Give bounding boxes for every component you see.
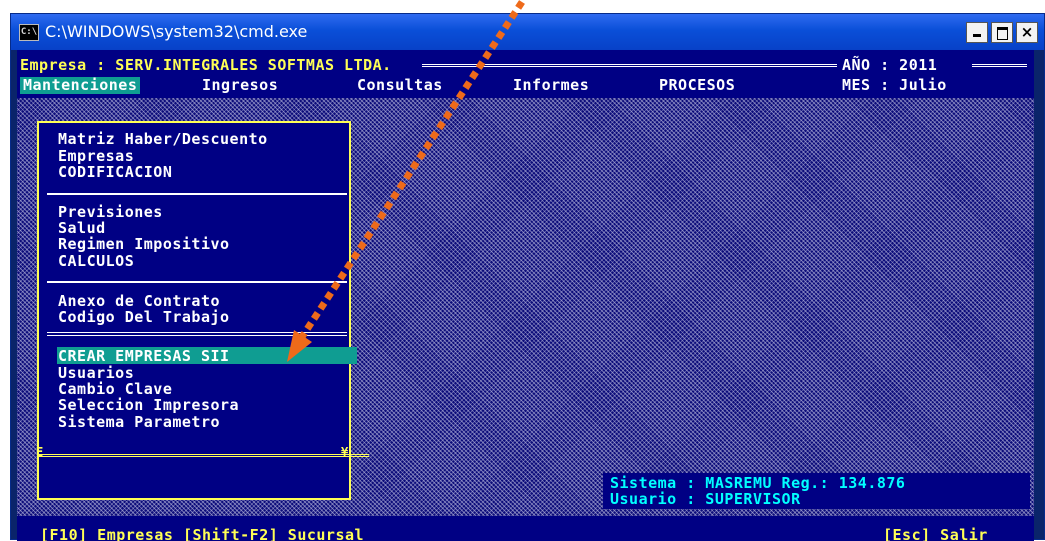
mantenciones-dropdown: Matriz Haber/Descuento Empresas CODIFICA…	[36, 121, 369, 500]
menu-item-usuarios[interactable]: Usuarios	[58, 365, 134, 381]
menu-consultas[interactable]: Consultas	[357, 77, 443, 94]
title-bar[interactable]: C:\ C:\WINDOWS\system32\cmd.exe ×	[11, 14, 1044, 50]
header-rule-right	[972, 64, 1027, 67]
menu-item-sistema-parametro[interactable]: Sistema Parametro	[58, 414, 220, 430]
menu-corner-left: E	[36, 445, 44, 459]
year-label: AÑO : 2011	[842, 56, 938, 74]
exit-hint[interactable]: [Esc] Salir	[883, 527, 988, 541]
menu-item-cambio-clave[interactable]: Cambio Clave	[58, 381, 172, 397]
menu-item-seleccion-impresora[interactable]: Seleccion Impresora	[58, 397, 239, 413]
company-label: Empresa : SERV.INTEGRALES SOFTMAS LTDA.	[20, 56, 392, 74]
menu-procesos[interactable]: PROCESOS	[659, 77, 735, 94]
function-keys-hint[interactable]: [F10] Empresas [Shift-F2] Sucursal	[40, 527, 364, 541]
menu-bottom-border	[39, 454, 369, 457]
menu-item-salud[interactable]: Salud	[58, 220, 106, 236]
menu-item-empresas[interactable]: Empresas	[58, 148, 134, 164]
menu-separator	[47, 332, 347, 336]
menu-item-anexo[interactable]: Anexo de Contrato	[58, 293, 220, 309]
menu-ingresos[interactable]: Ingresos	[202, 77, 278, 94]
window-title: C:\WINDOWS\system32\cmd.exe	[45, 22, 308, 41]
header-rule	[422, 64, 837, 67]
month-label: MES : Julio	[842, 76, 947, 94]
menu-corner-right: ¥	[341, 445, 349, 459]
window-controls: ×	[966, 22, 1038, 43]
menu-item-codificacion[interactable]: CODIFICACION	[58, 164, 172, 180]
menu-item-matriz[interactable]: Matriz Haber/Descuento	[58, 131, 268, 147]
menu-item-regimen[interactable]: Regimen Impositivo	[58, 236, 230, 252]
status-user: Usuario : SUPERVISOR	[610, 490, 801, 508]
console-area: Empresa : SERV.INTEGRALES SOFTMAS LTDA. …	[17, 50, 1034, 541]
minimize-icon[interactable]	[966, 22, 988, 43]
menu-item-crear-empresas-sii[interactable]: CREAR EMPRESAS SII	[58, 348, 230, 364]
cmd-window: C:\ C:\WINDOWS\system32\cmd.exe × Empres…	[10, 13, 1045, 541]
close-icon[interactable]: ×	[1016, 22, 1038, 43]
console-icon[interactable]: C:\	[19, 24, 39, 41]
menu-item-calculos[interactable]: CALCULOS	[58, 253, 134, 269]
menu-item-previsiones[interactable]: Previsiones	[58, 204, 163, 220]
maximize-icon[interactable]	[991, 22, 1013, 43]
menu-separator	[47, 193, 347, 195]
menu-mantenciones[interactable]: Mantenciones	[20, 77, 141, 94]
menu-separator	[47, 281, 347, 283]
menu-item-codigo-trabajo[interactable]: Codigo Del Trabajo	[58, 309, 230, 325]
menu-informes[interactable]: Informes	[513, 77, 589, 94]
status-box: Sistema : MASREMU Reg.: 134.876 Usuario …	[603, 473, 1030, 509]
